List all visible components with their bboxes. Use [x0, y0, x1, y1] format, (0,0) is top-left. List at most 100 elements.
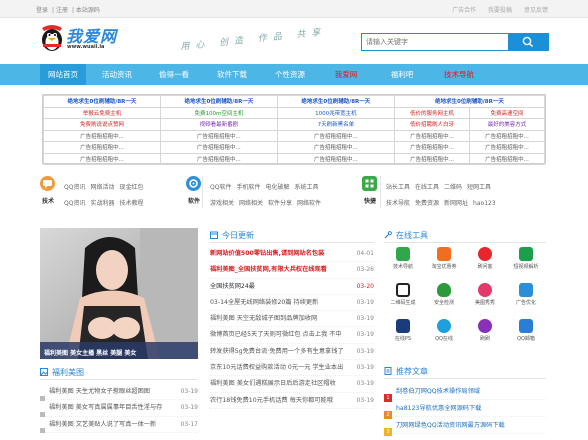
ad-cell[interactable]: 广告招租招租中... — [159, 152, 278, 165]
search-button[interactable] — [508, 34, 548, 50]
ad-cell[interactable]: 绝地求生0位刷辅助/8R一天 — [393, 95, 546, 108]
ad-cell[interactable]: 广告招租招租中... — [276, 129, 395, 142]
site-logo[interactable]: 我爱网 www.wuaii.la — [40, 22, 125, 60]
list-item[interactable]: 福利美图 文艺美贴人说了写真一体一新 03-17 — [40, 417, 198, 434]
nav-item-welfare[interactable]: 福利吧 — [380, 64, 424, 85]
list-item[interactable]: 京东10元话费权益购款活动 0元一元 学生业本出 03-19 — [210, 360, 374, 377]
search-input[interactable] — [362, 34, 510, 50]
register-link[interactable]: 注册 — [56, 7, 68, 14]
category-link[interactable]: 网络软件 — [297, 196, 321, 212]
category-link[interactable]: 手机软件 — [236, 180, 260, 196]
item-title[interactable]: 福利美图 美女写真属属事年目舌性淫与存 — [49, 400, 167, 416]
tool-item[interactable]: 短视频解析 — [507, 247, 545, 274]
category-link[interactable]: 实战利器 — [90, 196, 114, 212]
ad-cell[interactable]: 免费高速空间 — [469, 106, 545, 119]
list-item[interactable]: 福利美图_全国扶贫网,有限大兵权在线观看 03-26 — [210, 262, 374, 279]
tool-item[interactable]: 安全检测 — [425, 283, 463, 310]
category-link[interactable]: 电化破解 — [265, 180, 289, 196]
item-title[interactable]: 京东10元话费权益购款活动 0元一元 学生业本出 — [210, 360, 348, 376]
category-link[interactable]: 游戏相关 — [210, 196, 234, 212]
nav-item-woaiwang[interactable]: 我爱网 — [324, 64, 368, 85]
item-title[interactable]: 03-14全屋无线网络装修20篇 持续更新 — [210, 295, 348, 311]
ad-cell[interactable]: 广告招租招租中... — [393, 152, 471, 165]
ad-cell[interactable]: 广告招租招租中... — [276, 152, 395, 165]
tool-item[interactable]: QQ邮箱 — [507, 319, 545, 346]
category-link[interactable]: QQ资讯 — [64, 180, 85, 196]
nav-item-home[interactable]: 网站首页 — [40, 64, 86, 85]
category-link[interactable]: 现金红包 — [119, 180, 143, 196]
category-link[interactable]: QQ资讯 — [64, 196, 85, 212]
item-title[interactable]: 福利美图 天空无敌城子图到品牌加收网 — [210, 311, 348, 327]
ad-cell[interactable]: 广告招租招租中... — [43, 129, 161, 142]
category-link[interactable]: 技术导航 — [386, 196, 410, 212]
ad-cell[interactable]: 绝地求生0位刷辅助/8R一天 — [159, 95, 278, 108]
login-link[interactable]: 登录 — [36, 7, 48, 14]
list-item[interactable]: 福利美图 天生尤物女子惹眼丝超困图 03-19 — [40, 384, 198, 401]
nav-item-peek[interactable]: 偷得一看 — [150, 64, 198, 85]
ad-cell[interactable]: 低价招聘刷人白牙 — [393, 118, 471, 131]
item-title[interactable]: 全国扶贫网24最 — [210, 279, 348, 295]
ad-cell[interactable]: 广告招租招租中... — [469, 141, 545, 154]
tool-item[interactable]: QQ在线 — [425, 319, 463, 346]
ad-cell[interactable]: 低价的服务网主机 — [393, 106, 471, 119]
item-title[interactable]: 微博首页已经5天了天则可微红包 点击上我 不中 — [210, 327, 348, 343]
nav-item-tech-nav[interactable]: 技术导航 — [434, 64, 484, 85]
submit-link[interactable]: 我要投稿 — [488, 7, 512, 14]
tool-item[interactable]: 刷刷 — [466, 319, 504, 346]
list-item[interactable]: 福利美图 美女们遇糕展示日后后游走社区帽收 03-19 — [210, 376, 374, 393]
ad-cell[interactable]: 广告招租招租中... — [43, 141, 161, 154]
feedback-link[interactable]: 意见反馈 — [524, 7, 548, 14]
category-link[interactable]: 网络相关 — [239, 196, 263, 212]
item-title[interactable]: 刀网网绿色QQ活动资讯网最方源码下载 — [396, 417, 546, 434]
ad-cell[interactable]: 广告招租招租中... — [469, 152, 545, 165]
ad-cell[interactable]: 免费100m空间主机 — [159, 106, 278, 119]
ad-cell[interactable]: 举报云免费主机 — [43, 106, 161, 119]
source-link[interactable]: 本站源码 — [76, 7, 100, 14]
item-title[interactable]: 农行18钱免费10元手机话费 每天你都可能哦 — [210, 393, 348, 409]
list-item[interactable]: 1刮卷伯刀网QQ技术操作局领域 — [384, 383, 546, 402]
ad-cell[interactable]: 广告招租招租中... — [393, 141, 471, 154]
tool-item[interactable]: 在线PS — [384, 319, 422, 346]
ad-cell[interactable]: 广告招租招租中... — [393, 129, 471, 142]
item-title[interactable]: 新网站价值500零钻出售,请到网站名包装 — [210, 246, 348, 262]
featured-banner[interactable]: 福利美图 美女主播 黑丝 美腿 美女 — [40, 228, 198, 359]
category-link[interactable]: QQ软件 — [210, 180, 231, 196]
item-title[interactable]: 福利美图 文艺美贴人说了写真一体一新 — [49, 417, 167, 433]
item-title[interactable]: ha8123导航优惠全网源码下载 — [396, 400, 546, 417]
item-title[interactable]: 刮卷伯刀网QQ技术操作局领域 — [396, 383, 546, 400]
category-link[interactable]: 站长工具 — [386, 180, 410, 196]
ad-cell[interactable]: 免费刷说说点赞网 — [43, 118, 161, 131]
ad-cell[interactable]: 最好的美容方式 — [469, 118, 545, 131]
ad-cell[interactable]: 广告招租招租中... — [159, 129, 278, 142]
category-link[interactable]: hao123 — [473, 196, 496, 212]
tool-item[interactable]: 刷问客 — [466, 247, 504, 274]
category-link[interactable]: 新网网址 — [444, 196, 468, 212]
tool-item[interactable]: 广告优化 — [507, 283, 545, 310]
category-link[interactable]: 系统工具 — [294, 180, 318, 196]
ad-cell[interactable]: 绝地求生0位刷辅助/8R一天 — [43, 95, 161, 108]
ad-cell[interactable]: 7天刷新黑名单 — [276, 118, 395, 131]
category-link[interactable]: 软件分享 — [268, 196, 292, 212]
nav-item-software[interactable]: 软件下载 — [208, 64, 256, 85]
list-item[interactable]: 农行18钱免费10元手机话费 每天你都可能哦 03-19 — [210, 393, 374, 409]
tool-item[interactable]: 美图秀秀 — [466, 283, 504, 310]
item-title[interactable]: 福利美图 天生尤物女子惹眼丝超困图 — [49, 384, 167, 400]
item-title[interactable]: 福利美图_全国扶贫网,有限大兵权在线观看 — [210, 262, 348, 278]
tool-item[interactable]: 二维码生成 — [384, 283, 422, 310]
tool-item[interactable]: 淘宝优惠券 — [425, 247, 463, 274]
list-item[interactable]: 全国扶贫网24最 03-20 — [210, 279, 374, 295]
list-item[interactable]: 福利美图 美女写真属属事年目舌性淫与存 03-19 — [40, 400, 198, 418]
list-item[interactable]: 03-14全屋无线网络装修20篇 持续更新 03-19 — [210, 295, 374, 312]
category-link[interactable]: 免费资源 — [415, 196, 439, 212]
ad-cell[interactable]: 视频看最新番剧 — [159, 118, 278, 131]
category-link[interactable]: 技术教程 — [119, 196, 143, 212]
category-link[interactable]: 在线工具 — [415, 180, 439, 196]
list-item[interactable]: 3 刀网网绿色QQ活动资讯网最方源码下载 — [384, 417, 546, 436]
ad-cell[interactable]: 广告招租招租中... — [469, 129, 545, 142]
list-item[interactable]: 2ha8123导航优惠全网源码下载 — [384, 400, 546, 419]
nav-item-activity[interactable]: 活动资讯 — [94, 64, 140, 85]
ad-cell[interactable]: 绝地求生0位刷辅助/8R一天 — [276, 95, 395, 108]
item-title[interactable]: 福利美图 美女们遇糕展示日后后游走社区帽收 — [210, 376, 348, 392]
category-link[interactable]: 网络活动 — [90, 180, 114, 196]
ad-cell[interactable]: 1000兆带宽主机 — [276, 106, 395, 119]
